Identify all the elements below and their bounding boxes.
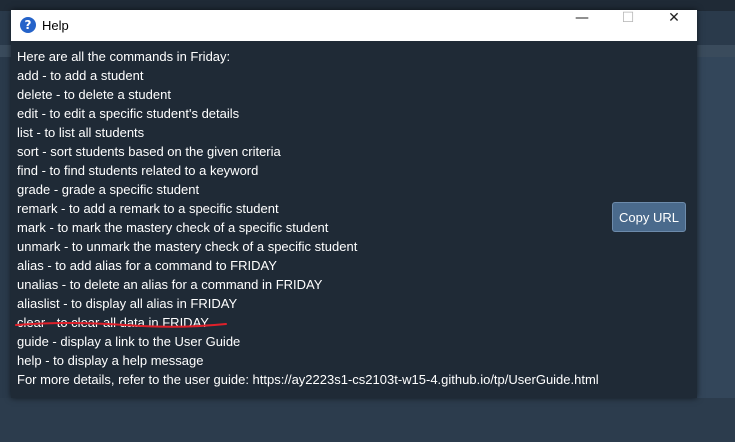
help-line: list - to list all students (17, 125, 145, 140)
red-underline-annotation (15, 322, 227, 328)
help-line: remark - to add a remark to a specific s… (17, 201, 279, 216)
help-line: alias - to add alias for a command to FR… (17, 258, 277, 273)
help-line: edit - to edit a specific student's deta… (17, 106, 240, 121)
help-line: delete - to delete a student (17, 87, 171, 102)
help-line: mark - to mark the mastery check of a sp… (17, 220, 329, 235)
window-title: Help (42, 18, 69, 33)
help-line: add - to add a student (17, 68, 144, 83)
help-line: aliaslist - to display all alias in FRID… (17, 296, 238, 311)
title-bar[interactable]: ? Help — ☐ ✕ (11, 10, 697, 41)
user-guide-line[interactable]: For more details, refer to the user guid… (17, 370, 607, 389)
help-window: ? Help — ☐ ✕ Here are all the commands i… (11, 10, 697, 398)
help-line: help - to display a help message (17, 353, 204, 368)
help-line: find - to find students related to a key… (17, 163, 259, 178)
help-line: unalias - to delete an alias for a comma… (17, 277, 323, 292)
maximize-button: ☐ (621, 10, 635, 26)
background-app-bottom (0, 398, 735, 442)
help-line: grade - grade a specific student (17, 182, 200, 197)
help-message: Here are all the commands in Friday: add… (17, 47, 607, 389)
close-button[interactable]: ✕ (651, 10, 697, 41)
help-line: guide - display a link to the User Guide (17, 334, 241, 349)
help-line: unmark - to unmark the mastery check of … (17, 239, 358, 254)
help-line: sort - sort students based on the given … (17, 144, 281, 159)
help-question-icon: ? (20, 17, 36, 33)
copy-url-button[interactable]: Copy URL (612, 202, 686, 232)
background-app-panel (697, 57, 735, 442)
minimize-button[interactable]: — (559, 10, 605, 41)
help-line: Here are all the commands in Friday: (17, 49, 231, 64)
